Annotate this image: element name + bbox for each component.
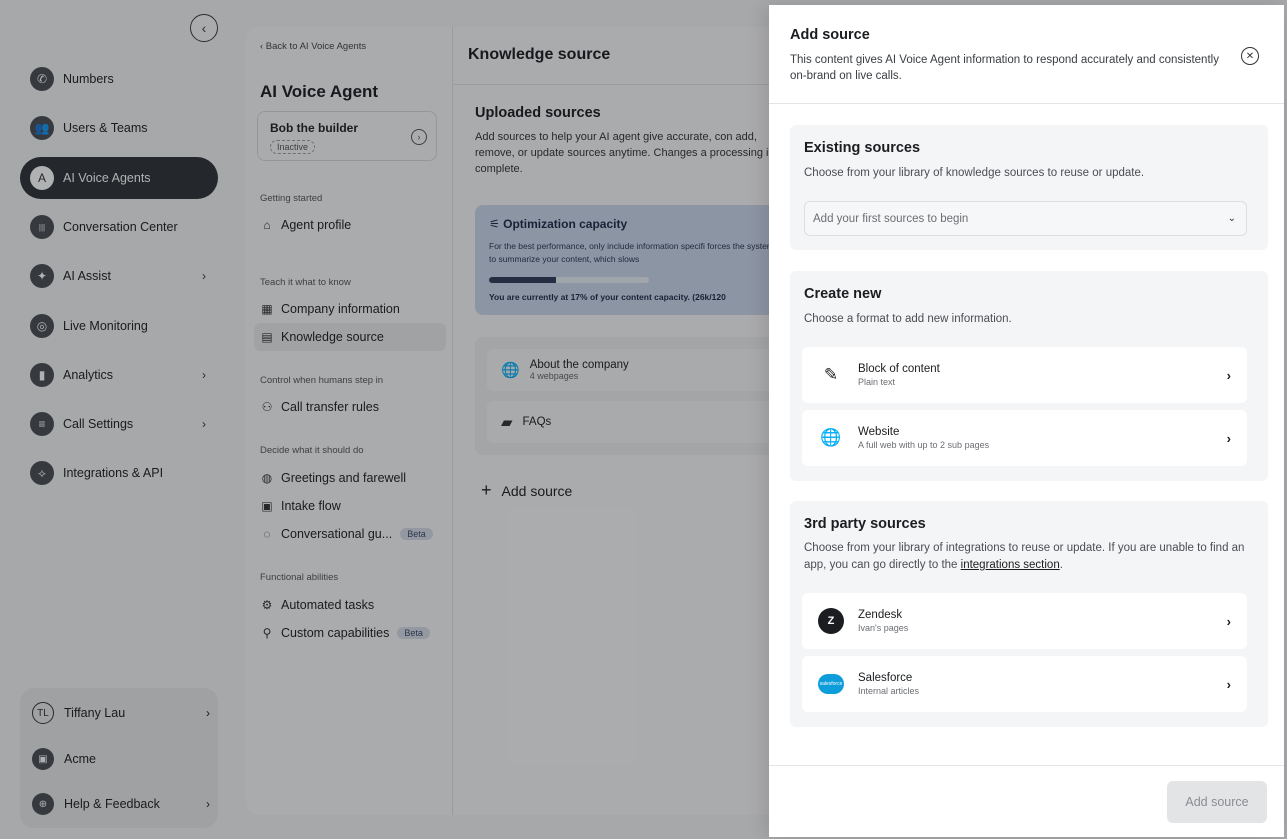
add-source-button[interactable]: Add source [1167, 781, 1267, 823]
option-name: Salesforce [858, 672, 913, 684]
create-new-title: Create new [804, 286, 882, 302]
existing-sources-select[interactable]: Add your first sources to begin ⌄ [804, 201, 1247, 236]
close-icon[interactable]: ✕ [1241, 47, 1259, 65]
chevron-right-icon: › [1226, 430, 1231, 446]
chevron-down-icon: ⌄ [1227, 213, 1236, 224]
option-name: Zendesk [858, 609, 903, 621]
third-party-desc-end: . [1059, 559, 1063, 571]
existing-sources-description: Choose from your library of knowledge so… [804, 167, 1145, 179]
pencil-icon: ✎ [823, 365, 839, 384]
option-sub: Plain text [858, 377, 896, 387]
option-sub: A full web with up to 2 sub pages [858, 440, 990, 450]
drawer-description: This content gives AI Voice Agent inform… [790, 54, 1219, 82]
option-sub: Internal articles [858, 686, 920, 696]
drawer-title: Add source [790, 27, 870, 43]
drawer-footer: Add source [769, 765, 1284, 837]
option-zendesk[interactable]: Z Zendesk Ivan's pages › [802, 593, 1247, 649]
third-party-card: 3rd party sources Choose from your libra… [790, 501, 1268, 727]
integrations-section-link[interactable]: integrations section [961, 559, 1060, 571]
salesforce-logo-icon: salesforce [818, 671, 844, 697]
third-party-description: Choose from your library of integrations… [804, 540, 1249, 574]
create-new-card: Create new Choose a format to add new in… [790, 271, 1268, 481]
third-party-title: 3rd party sources [804, 516, 926, 532]
existing-sources-card: Existing sources Choose from your librar… [790, 125, 1268, 250]
option-block-of-content[interactable]: ✎ Block of content Plain text › [802, 347, 1247, 403]
option-name: Block of content [858, 363, 940, 375]
select-placeholder: Add your first sources to begin [813, 212, 969, 225]
create-new-description: Choose a format to add new information. [804, 313, 1012, 325]
add-source-drawer: Add source This content gives AI Voice A… [769, 5, 1284, 837]
chevron-right-icon: › [1226, 676, 1231, 692]
option-salesforce[interactable]: salesforce Salesforce Internal articles … [802, 656, 1247, 712]
option-website[interactable]: 🌐 Website A full web with up to 2 sub pa… [802, 410, 1247, 466]
option-name: Website [858, 426, 900, 438]
drawer-header: Add source This content gives AI Voice A… [769, 5, 1284, 104]
zendesk-logo-icon: Z [818, 608, 844, 634]
existing-sources-title: Existing sources [804, 140, 921, 156]
chevron-right-icon: › [1226, 613, 1231, 629]
chevron-right-icon: › [1226, 367, 1231, 383]
globe-icon: 🌐 [820, 428, 842, 447]
option-sub: Ivan's pages [858, 623, 909, 633]
